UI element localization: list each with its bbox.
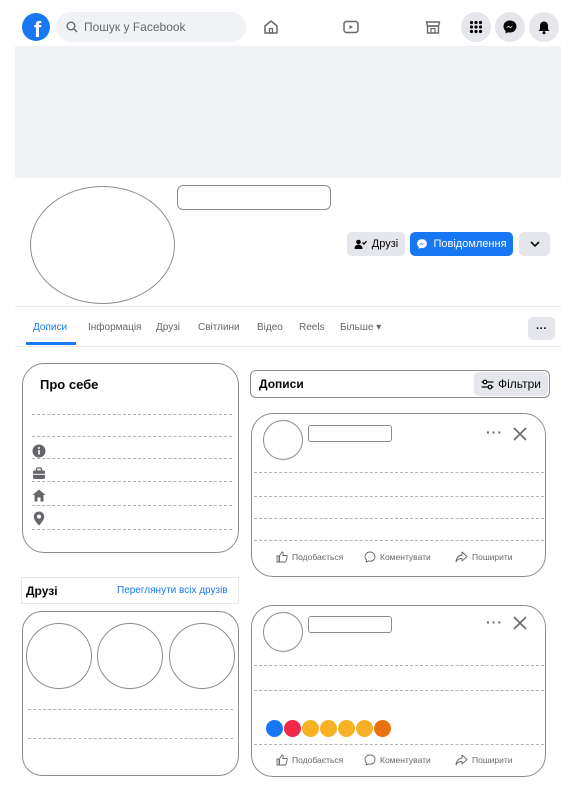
friends-header: Друзі Переглянути всіх друзів xyxy=(21,577,239,604)
share-label: Поширити xyxy=(472,755,513,765)
friends-title: Друзі xyxy=(26,584,58,598)
reactions-bar[interactable] xyxy=(266,720,391,737)
cover-photo-placeholder xyxy=(15,46,561,178)
tab-reels[interactable]: Reels xyxy=(299,322,325,333)
friends-placeholder-line xyxy=(28,709,233,710)
share-button[interactable]: Поширити xyxy=(455,551,513,563)
watch-icon[interactable] xyxy=(340,16,362,38)
angry-reaction-icon[interactable] xyxy=(374,720,391,737)
post-author-avatar[interactable] xyxy=(263,420,303,460)
info-icon xyxy=(32,444,46,458)
like-label: Подобається xyxy=(292,755,344,765)
about-card-title: Про себе xyxy=(40,377,99,392)
active-tab-indicator xyxy=(26,342,76,345)
post-author-avatar[interactable] xyxy=(263,612,303,652)
facebook-logo[interactable]: f xyxy=(22,13,50,41)
like-button[interactable]: Подобається xyxy=(276,551,343,563)
thumbs-up-icon xyxy=(276,551,288,563)
like-reaction-icon[interactable] xyxy=(266,720,283,737)
care-reaction-icon[interactable] xyxy=(302,720,319,737)
friends-check-icon xyxy=(354,239,367,249)
post-author-name-placeholder xyxy=(308,425,392,442)
friends-placeholder-line xyxy=(28,738,233,739)
see-all-friends-link[interactable]: Переглянути всіх друзів xyxy=(117,585,228,596)
messenger-icon xyxy=(417,239,428,249)
post-options-button[interactable]: ··· xyxy=(486,614,503,630)
menu-grid-icon[interactable] xyxy=(461,12,491,42)
notifications-icon[interactable] xyxy=(529,12,559,42)
share-icon xyxy=(455,754,468,766)
home-icon xyxy=(32,488,46,502)
like-button[interactable]: Подобається xyxy=(276,754,343,766)
filters-button-label: Фільтри xyxy=(498,377,541,391)
post-author-name-placeholder xyxy=(308,616,392,633)
filters-button[interactable]: Фільтри xyxy=(474,372,548,396)
friends-button[interactable]: Друзі xyxy=(347,232,405,256)
profile-dropdown-button[interactable] xyxy=(519,232,550,256)
tab-friends[interactable]: Друзі xyxy=(156,322,180,333)
message-button-label: Повідомлення xyxy=(433,238,507,250)
about-placeholder-line xyxy=(32,481,232,482)
profile-picture-placeholder[interactable] xyxy=(30,186,175,304)
post-placeholder-line xyxy=(254,518,544,519)
post-placeholder-line xyxy=(254,496,544,497)
messenger-icon[interactable] xyxy=(495,12,525,42)
post-placeholder-line xyxy=(254,690,544,691)
comment-button[interactable]: Коментувати xyxy=(364,551,431,563)
friend-photo-placeholder[interactable] xyxy=(169,623,235,689)
share-label: Поширити xyxy=(472,552,513,562)
about-placeholder-line xyxy=(32,529,232,530)
tabs-more-options-button[interactable]: ··· xyxy=(528,317,555,340)
top-navigation-bar: f Пошук у Facebook xyxy=(12,8,561,46)
posts-title: Дописи xyxy=(259,377,304,391)
haha-reaction-icon[interactable] xyxy=(320,720,337,737)
share-icon xyxy=(455,551,468,563)
friend-photo-placeholder[interactable] xyxy=(26,623,92,689)
profile-divider xyxy=(15,306,561,307)
tab-more[interactable]: Більше ▾ xyxy=(340,322,381,333)
friends-button-label: Друзі xyxy=(371,238,399,250)
share-button[interactable]: Поширити xyxy=(455,754,513,766)
comment-button[interactable]: Коментувати xyxy=(364,754,431,766)
search-input[interactable]: Пошук у Facebook xyxy=(56,12,246,42)
work-icon xyxy=(32,466,46,480)
chevron-down-icon xyxy=(529,241,540,247)
post-placeholder-line xyxy=(254,665,544,666)
close-icon[interactable] xyxy=(512,426,528,442)
sad-reaction-icon[interactable] xyxy=(356,720,373,737)
post-placeholder-line xyxy=(254,540,544,541)
wow-reaction-icon[interactable] xyxy=(338,720,355,737)
post-options-button[interactable]: ··· xyxy=(486,424,503,440)
about-placeholder-line xyxy=(32,505,232,506)
love-reaction-icon[interactable] xyxy=(284,720,301,737)
thumbs-up-icon xyxy=(276,754,288,766)
close-icon[interactable] xyxy=(512,615,528,631)
home-icon[interactable] xyxy=(260,16,282,38)
tab-posts[interactable]: Дописи xyxy=(33,322,67,333)
about-placeholder-line xyxy=(32,436,232,437)
search-icon xyxy=(66,21,78,33)
filters-icon xyxy=(481,379,494,389)
post-placeholder-line xyxy=(254,744,544,745)
tab-about[interactable]: Інформація xyxy=(88,322,141,333)
about-placeholder-line xyxy=(32,414,232,415)
tab-photos[interactable]: Світлини xyxy=(198,322,240,333)
tab-videos[interactable]: Відео xyxy=(257,322,283,333)
profile-name-placeholder xyxy=(177,185,331,210)
like-label: Подобається xyxy=(292,552,344,562)
comment-icon xyxy=(364,754,376,766)
post-placeholder-line xyxy=(254,472,544,473)
friend-photo-placeholder[interactable] xyxy=(97,623,163,689)
message-button[interactable]: Повідомлення xyxy=(410,232,513,256)
marketplace-icon[interactable] xyxy=(422,16,444,38)
about-placeholder-line xyxy=(32,458,232,459)
tabs-divider xyxy=(15,346,561,347)
location-icon xyxy=(32,511,46,525)
comment-label: Коментувати xyxy=(380,552,431,562)
comment-icon xyxy=(364,551,376,563)
search-placeholder: Пошук у Facebook xyxy=(84,20,186,34)
comment-label: Коментувати xyxy=(380,755,431,765)
